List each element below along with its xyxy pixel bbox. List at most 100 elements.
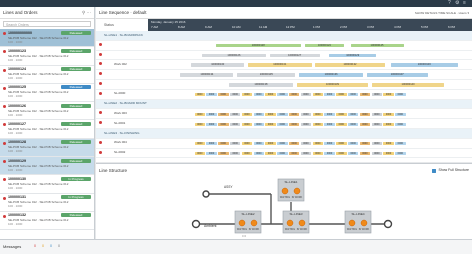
operation-bar[interactable]: 0000: [253, 112, 264, 116]
operation-bar[interactable]: 0000: [383, 122, 394, 126]
order-item[interactable]: 100000123 Released SE-PCB Scheme 012 · SE-…: [0, 47, 94, 66]
operation-bar[interactable]: 0000: [253, 142, 264, 146]
operation-bar[interactable]: 0000: [218, 142, 229, 146]
operation-bar[interactable]: 0000: [288, 112, 300, 116]
operation-bar[interactable]: 0000: [265, 142, 276, 146]
operation-bar[interactable]: 0000: [277, 142, 288, 146]
operation-bar[interactable]: 0000: [229, 122, 241, 126]
operation-bar[interactable]: 0000: [206, 112, 217, 116]
messages-label[interactable]: Messages: [3, 244, 21, 249]
order-bar[interactable]: 100000126: [202, 53, 266, 58]
search-input[interactable]: Search Orders: [3, 21, 91, 27]
operation-bar[interactable]: 0000: [265, 122, 276, 126]
operation-bar[interactable]: 0000: [206, 151, 217, 155]
order-bar[interactable]: 100000134: [180, 73, 234, 77]
order-bar[interactable]: 100000133: [391, 63, 458, 67]
operation-bar[interactable]: 0000: [253, 93, 264, 97]
menu-icon[interactable]: ≡: [463, 1, 466, 6]
order-item[interactable]: 100000126 Released SE-PCB Scheme 012 · SE-…: [0, 102, 94, 121]
order-bar[interactable]: 100000125: [350, 43, 404, 48]
operation-bar[interactable]: 0000: [300, 142, 312, 146]
order-bar[interactable]: 100000131: [247, 63, 312, 67]
operation-bar[interactable]: 0000: [288, 122, 300, 126]
operation-bar[interactable]: 0000: [277, 93, 288, 97]
settings-icon[interactable]: ⚙: [455, 1, 459, 6]
order-item[interactable]: 100000124 Released SE-PCB Scheme 012 · SE-…: [0, 66, 94, 84]
operation-bar[interactable]: 0000: [324, 142, 335, 146]
operation-bar[interactable]: 0000: [395, 112, 406, 116]
operation-bar[interactable]: 0000: [336, 93, 347, 97]
operation-bar[interactable]: 0000: [347, 112, 359, 116]
error-count[interactable]: 0: [34, 244, 36, 248]
operation-bar[interactable]: 0000: [277, 122, 288, 126]
order-item[interactable]: 100000125 Released SE-PCB Scheme 012 · SE-…: [0, 84, 94, 103]
structure-resize-handle[interactable]: •••: [242, 233, 246, 238]
operation-bar[interactable]: 0000: [324, 112, 335, 116]
operation-bar[interactable]: 0000: [395, 142, 406, 146]
operation-bar[interactable]: 0000: [300, 112, 312, 116]
warning-count[interactable]: 0: [42, 244, 44, 248]
operation-bar[interactable]: 0000: [194, 93, 205, 97]
order-bar[interactable]: 100000135: [237, 73, 296, 77]
operation-bar[interactable]: 0000: [206, 93, 217, 97]
order-bar[interactable]: 100000129: [328, 53, 377, 58]
operation-bar[interactable]: 0000: [359, 142, 371, 146]
operation-bar[interactable]: 0000: [371, 93, 382, 97]
operation-bar[interactable]: 0000: [347, 142, 359, 146]
help-icon[interactable]: ?: [448, 1, 451, 6]
operation-bar[interactable]: 0000: [241, 112, 253, 116]
operation-bar[interactable]: 0000: [383, 151, 394, 155]
operation-bar[interactable]: 0000: [324, 93, 335, 97]
order-bar[interactable]: 100000136: [299, 73, 363, 77]
operation-bar[interactable]: 0000: [371, 151, 382, 155]
operation-bar[interactable]: 0000: [277, 112, 288, 116]
operation-bar[interactable]: 0000: [194, 151, 205, 155]
operation-bar[interactable]: 0000: [300, 151, 312, 155]
operation-bar[interactable]: 0000: [324, 122, 335, 126]
operation-bar[interactable]: 0000: [359, 151, 371, 155]
operation-bar[interactable]: 0000: [194, 112, 205, 116]
operation-bar[interactable]: 0000: [371, 142, 382, 146]
operation-bar[interactable]: 0000: [218, 112, 229, 116]
order-bar[interactable]: 100000137: [366, 73, 428, 77]
order-bar[interactable]: 100000138: [229, 83, 293, 87]
order-bar[interactable]: 100000139: [296, 83, 369, 87]
order-bar[interactable]: 100000130: [191, 63, 245, 67]
order-item[interactable]: 100000129 Released SE-PCB Scheme 012 · SE-…: [0, 157, 94, 176]
operation-bar[interactable]: 0000: [241, 93, 253, 97]
operation-bar[interactable]: 0000: [324, 151, 335, 155]
order-item[interactable]: 100000130 In Progress SE-PCB Scheme 012 · …: [0, 175, 94, 194]
operation-bar[interactable]: 0000: [229, 151, 241, 155]
operation-bar[interactable]: 0000: [218, 151, 229, 155]
order-bar[interactable]: 100000127: [269, 53, 320, 58]
operation-bar[interactable]: 0000: [229, 112, 241, 116]
operation-bar[interactable]: 0000: [288, 142, 300, 146]
operation-bar[interactable]: 0000: [347, 122, 359, 126]
operation-bar[interactable]: 0000: [359, 112, 371, 116]
operation-bar[interactable]: 0000: [265, 151, 276, 155]
line-group-row[interactable]: SL-LINE2 · SL-BOARD MOUNT: [96, 99, 472, 110]
order-item[interactable]: 100000127 Released SE-PCB Scheme 012 · SE-…: [0, 120, 94, 139]
operation-bar[interactable]: 0000: [288, 151, 300, 155]
operation-bar[interactable]: 0000: [265, 93, 276, 97]
operation-bar[interactable]: 0000: [312, 151, 323, 155]
order-bar[interactable]: 100000140: [372, 83, 444, 87]
operation-bar[interactable]: 0000: [218, 93, 229, 97]
operation-bar[interactable]: 0000: [206, 122, 217, 126]
operation-bar[interactable]: 0000: [241, 122, 253, 126]
operation-bar[interactable]: 0000: [229, 93, 241, 97]
operation-bar[interactable]: 0000: [359, 122, 371, 126]
operation-bar[interactable]: 0000: [395, 122, 406, 126]
order-item[interactable]: 100000128 Released SE-PCB Scheme 012 · SE-…: [0, 138, 94, 158]
operation-bar[interactable]: 0000: [265, 112, 276, 116]
operation-bar[interactable]: 0000: [241, 151, 253, 155]
operation-bar[interactable]: 0000: [218, 122, 229, 126]
operation-bar[interactable]: 0000: [300, 93, 312, 97]
order-item[interactable]: 100000131 In Progress SE-PCB Scheme 012 · …: [0, 194, 94, 212]
operation-bar[interactable]: 0000: [253, 151, 264, 155]
operation-bar[interactable]: 0000: [347, 93, 359, 97]
operation-bar[interactable]: 0000: [194, 122, 205, 126]
operation-bar[interactable]: 0000: [253, 122, 264, 126]
order-bar[interactable]: 100000128: [215, 43, 301, 48]
operation-bar[interactable]: 0000: [312, 122, 323, 126]
